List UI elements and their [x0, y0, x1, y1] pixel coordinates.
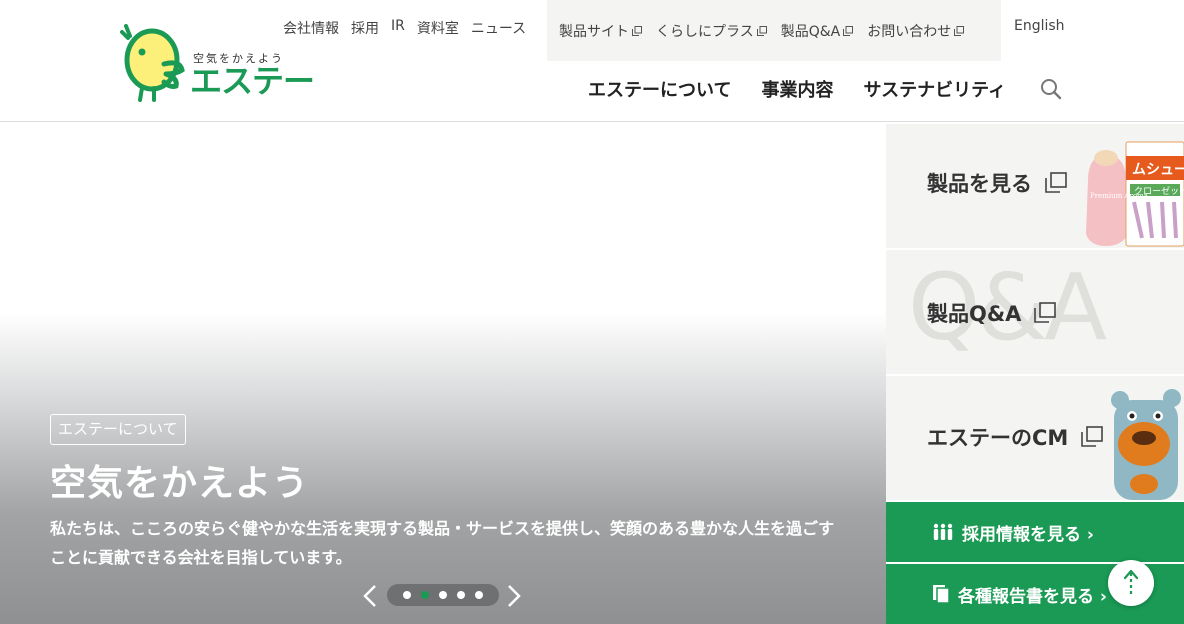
side-card-products[interactable]: ムシューダ クローゼット Premium Aroma 製品を見る — [886, 122, 1184, 248]
external-link-icon — [1081, 426, 1104, 447]
main-nav-about[interactable]: エステーについて — [588, 76, 731, 102]
external-link-icon — [954, 25, 965, 36]
main-nav: エステーについて 事業内容 サステナビリティ — [588, 76, 1036, 102]
side-card-cm-label: エステーのCM — [927, 422, 1104, 452]
recruit-info-button[interactable]: 採用情報を見る › — [886, 500, 1184, 562]
site-logo[interactable]: 空気をかえよう エステー — [120, 20, 315, 106]
carousel-pagination — [387, 584, 499, 606]
carousel-next-arrow-icon[interactable] — [504, 583, 524, 609]
external-link-icon — [756, 25, 767, 36]
ext-link-product-qa[interactable]: 製品Q&A — [781, 21, 854, 41]
util-link-recruit[interactable]: 採用 — [351, 18, 379, 38]
carousel-dot[interactable] — [403, 591, 411, 599]
side-card-products-text: 製品を見る — [927, 172, 1032, 196]
main-nav-sustainability[interactable]: サステナビリティ — [863, 76, 1006, 102]
side-panel: ムシューダ クローゼット Premium Aroma 製品を見る Q&A 製品Q… — [886, 122, 1184, 624]
side-card-cm[interactable]: エステーのCM — [886, 374, 1184, 500]
product-package-image: ムシューダ クローゼット Premium Aroma — [1086, 141, 1184, 247]
ext-link-label: 製品Q&A — [780, 23, 841, 40]
carousel-dot[interactable] — [439, 591, 447, 599]
util-link-company[interactable]: 会社情報 — [283, 18, 339, 38]
ext-link-label: くらしにプラス — [656, 23, 754, 40]
hero-description: 私たちは、こころの安らぐ健やかな生活を実現する製品・サービスを提供し、笑顔のある… — [50, 519, 835, 567]
carousel-prev-arrow-icon[interactable] — [360, 583, 380, 609]
logo-wordmark: エステー — [190, 62, 315, 100]
ext-link-product-site[interactable]: 製品サイト — [559, 21, 642, 41]
document-icon — [933, 585, 950, 604]
arrow-up-icon — [1123, 569, 1139, 595]
side-card-qa[interactable]: Q&A 製品Q&A — [886, 248, 1184, 374]
carousel-dot[interactable] — [457, 591, 465, 599]
ext-link-kurashi-plus[interactable]: くらしにプラス — [656, 21, 767, 41]
util-link-ir[interactable]: IR — [391, 18, 405, 38]
hero-category-badge[interactable]: エステーについて — [50, 414, 186, 445]
hero-carousel: エステーについて 空気をかえよう 私たちは、こころの安らぐ健やかな生活を実現する… — [0, 122, 886, 624]
side-card-products-label: 製品を見る — [927, 168, 1068, 198]
util-link-news[interactable]: ニュース — [471, 18, 526, 38]
product-aroma-text: Premium Aroma — [1090, 192, 1148, 200]
side-card-qa-text: 製品Q&A — [927, 302, 1022, 326]
util-link-library[interactable]: 資料室 — [417, 18, 459, 38]
side-card-qa-label: 製品Q&A — [927, 298, 1057, 328]
ext-link-label: お問い合わせ — [867, 23, 952, 40]
external-nav: 製品サイト くらしにプラス 製品Q&A お問い合わせ — [547, 0, 1001, 61]
search-icon[interactable] — [1039, 77, 1063, 101]
external-link-icon — [1045, 172, 1067, 193]
reports-label: 各種報告書を見る › — [958, 586, 1107, 607]
external-link-icon — [843, 25, 854, 36]
hero-title: 空気をかえよう — [50, 463, 310, 504]
recruit-info-label: 採用情報を見る › — [962, 524, 1094, 545]
product-brand-text: ムシューダ — [1132, 161, 1184, 178]
carousel-dot[interactable] — [475, 591, 483, 599]
chick-mascot-icon — [120, 24, 185, 102]
language-switch-english[interactable]: English — [1014, 18, 1065, 34]
utility-nav: 会社情報 採用 IR 資料室 ニュース — [283, 18, 526, 38]
bear-mascot-image — [1111, 389, 1181, 500]
ext-link-contact[interactable]: お問い合わせ — [867, 21, 965, 41]
people-icon — [933, 523, 953, 540]
carousel-dot-active[interactable] — [421, 591, 429, 599]
external-link-icon — [632, 25, 642, 36]
main-nav-business[interactable]: 事業内容 — [761, 76, 833, 102]
back-to-top-button[interactable] — [1108, 560, 1154, 606]
side-card-cm-text: エステーのCM — [927, 426, 1069, 450]
site-header: 空気をかえよう エステー 会社情報 採用 IR 資料室 ニュース 製品サイト く… — [0, 0, 1184, 122]
external-link-icon — [1034, 302, 1057, 323]
ext-link-label: 製品サイト — [559, 23, 629, 40]
